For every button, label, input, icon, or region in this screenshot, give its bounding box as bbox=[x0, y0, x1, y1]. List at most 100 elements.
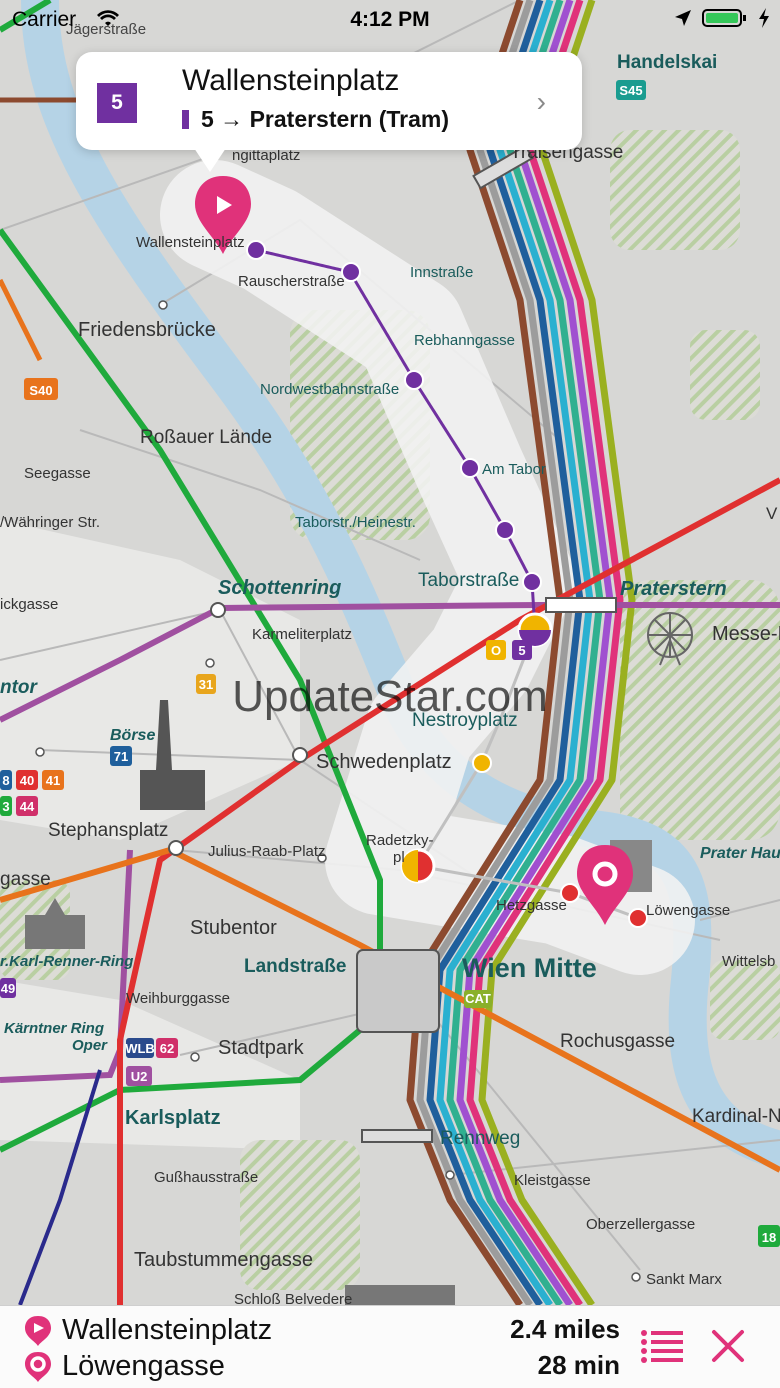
callout-title: Wallensteinplatz bbox=[182, 64, 400, 97]
svg-text:41: 41 bbox=[46, 773, 60, 788]
map-label: ickgasse bbox=[0, 596, 58, 613]
map-label: Schwedenplatz bbox=[316, 751, 452, 773]
line-badge[interactable]: 8 bbox=[0, 770, 12, 790]
line-badge[interactable]: 41 bbox=[42, 770, 64, 790]
line-badge[interactable]: S45 bbox=[616, 80, 646, 100]
map-label: Wien Mitte bbox=[462, 953, 597, 983]
map-label: Schloß Belvedere bbox=[234, 1291, 352, 1305]
svg-text:S45: S45 bbox=[619, 83, 642, 98]
station-box-rennweg[interactable] bbox=[361, 1129, 433, 1143]
station-callout[interactable]: 5 Wallensteinplatz 5 → Praterstern (Tram… bbox=[76, 52, 582, 172]
map-label: Landstraße bbox=[244, 956, 346, 977]
location-arrow-icon bbox=[675, 10, 691, 26]
chevron-right-icon[interactable]: › bbox=[537, 86, 546, 118]
callout-subtitle-text: 5 → Praterstern (Tram) bbox=[201, 106, 449, 132]
map-label: Wallensteinplatz bbox=[136, 234, 245, 251]
map-label: pl bbox=[393, 849, 405, 866]
line-badge[interactable]: 3 bbox=[0, 796, 12, 816]
map-label: Stadtpark bbox=[218, 1037, 305, 1059]
map-label: Kleistgasse bbox=[514, 1172, 591, 1189]
belvedere-icon bbox=[345, 1285, 455, 1305]
map-label: Roßauer Lände bbox=[140, 427, 272, 448]
svg-text:O: O bbox=[491, 643, 501, 658]
map-label: Taubstummengasse bbox=[134, 1249, 313, 1271]
map-label: Börse bbox=[110, 727, 155, 744]
callout-pointer bbox=[194, 148, 226, 172]
map-label: Julius-Raab-Platz bbox=[208, 843, 326, 860]
status-bar: Carrier 4:12 PM bbox=[0, 0, 780, 40]
line-color-bar bbox=[182, 110, 189, 129]
map-label: Radetzky- bbox=[366, 832, 434, 849]
map-label: Rochusgasse bbox=[560, 1031, 675, 1052]
park-area bbox=[690, 330, 760, 420]
map-label: Taborstraße bbox=[418, 570, 519, 591]
map-label: Oberzellergasse bbox=[586, 1216, 695, 1233]
line-badge[interactable]: U2 bbox=[126, 1066, 152, 1086]
svg-text:CAT: CAT bbox=[465, 991, 491, 1006]
battery-icon bbox=[702, 9, 746, 27]
line-badge[interactable]: 71 bbox=[110, 746, 132, 766]
map-label: /Währinger Str. bbox=[0, 514, 100, 531]
station-box-wien-mitte[interactable] bbox=[356, 949, 440, 1033]
map-label: Stephansplatz bbox=[48, 820, 168, 841]
svg-text:18: 18 bbox=[762, 1230, 776, 1245]
route-from-row[interactable]: Wallensteinplatz bbox=[24, 1314, 272, 1347]
map-label: Nordwestbahnstraße bbox=[260, 381, 399, 398]
line-badge[interactable]: CAT bbox=[464, 990, 492, 1008]
line-badge[interactable]: 62 bbox=[156, 1038, 178, 1058]
map-label: Rebhanngasse bbox=[414, 332, 515, 349]
map-label: Karmeliterplatz bbox=[252, 626, 352, 643]
map-label: Karlsplatz bbox=[125, 1107, 221, 1129]
line-badge[interactable]: 5 bbox=[512, 640, 532, 660]
svg-text:WLB: WLB bbox=[125, 1041, 155, 1056]
line-badge[interactable]: 40 bbox=[16, 770, 38, 790]
map-label: Oper bbox=[72, 1037, 108, 1054]
svg-text:U2: U2 bbox=[131, 1069, 148, 1084]
start-pin-icon bbox=[25, 1315, 51, 1346]
route-distance: 2.4 miles bbox=[510, 1314, 620, 1344]
map-label: Taborstr./Heinestr. bbox=[295, 514, 416, 531]
map-label: Schottenring bbox=[218, 577, 341, 599]
map-label: Rennweg bbox=[440, 1128, 520, 1149]
map-label: Wittelsb bbox=[722, 953, 775, 970]
map-label: Am Tabor bbox=[482, 461, 546, 478]
map-label: Hetzgasse bbox=[496, 897, 567, 914]
map-label: Sankt Marx bbox=[646, 1271, 722, 1288]
list-icon[interactable] bbox=[640, 1328, 684, 1364]
map-label: Gußhausstraße bbox=[154, 1169, 258, 1186]
svg-text:31: 31 bbox=[199, 677, 213, 692]
park-area bbox=[610, 130, 740, 250]
map-label: gasse bbox=[0, 869, 51, 890]
svg-text:5: 5 bbox=[518, 643, 525, 658]
destination-pin-icon bbox=[25, 1351, 51, 1382]
line-badge[interactable]: 49 bbox=[0, 978, 16, 998]
map-label: Praterstern bbox=[620, 578, 727, 600]
map-label: Friedensbrücke bbox=[78, 319, 216, 341]
route-duration: 28 min bbox=[537, 1350, 620, 1380]
line-badge[interactable]: WLB bbox=[125, 1038, 155, 1058]
line-badge[interactable]: 31 bbox=[196, 674, 216, 694]
line-badge[interactable]: S40 bbox=[24, 378, 58, 400]
line-badge[interactable]: 18 bbox=[758, 1225, 780, 1247]
svg-text:S40: S40 bbox=[29, 383, 52, 398]
wifi-icon bbox=[97, 10, 119, 26]
status-icons bbox=[674, 8, 770, 28]
line-badge[interactable]: 44 bbox=[16, 796, 38, 816]
line-badge[interactable]: O bbox=[486, 640, 506, 660]
map-label: Kärntner Ring bbox=[4, 1020, 104, 1037]
close-icon[interactable] bbox=[710, 1328, 746, 1364]
map-label: V bbox=[766, 504, 778, 523]
transit-map[interactable]: JägerstraßeHandelskaiTraisengassengittap… bbox=[0, 0, 780, 1305]
map-label: Prater Hau bbox=[700, 845, 780, 862]
route-to-row[interactable]: Löwengasse bbox=[24, 1350, 225, 1383]
map-label: r.Karl-Renner-Ring bbox=[0, 953, 133, 970]
route-from: Wallensteinplatz bbox=[62, 1314, 273, 1346]
map-label: Kardinal-N bbox=[692, 1106, 780, 1127]
map-label: Innstraße bbox=[410, 264, 473, 281]
map-label: ntor bbox=[0, 677, 39, 698]
svg-text:3: 3 bbox=[2, 799, 9, 814]
station-box-praterstern[interactable] bbox=[545, 597, 617, 613]
svg-text:49: 49 bbox=[1, 981, 15, 996]
park-area bbox=[710, 960, 780, 1040]
map-label: Stubentor bbox=[190, 917, 277, 939]
